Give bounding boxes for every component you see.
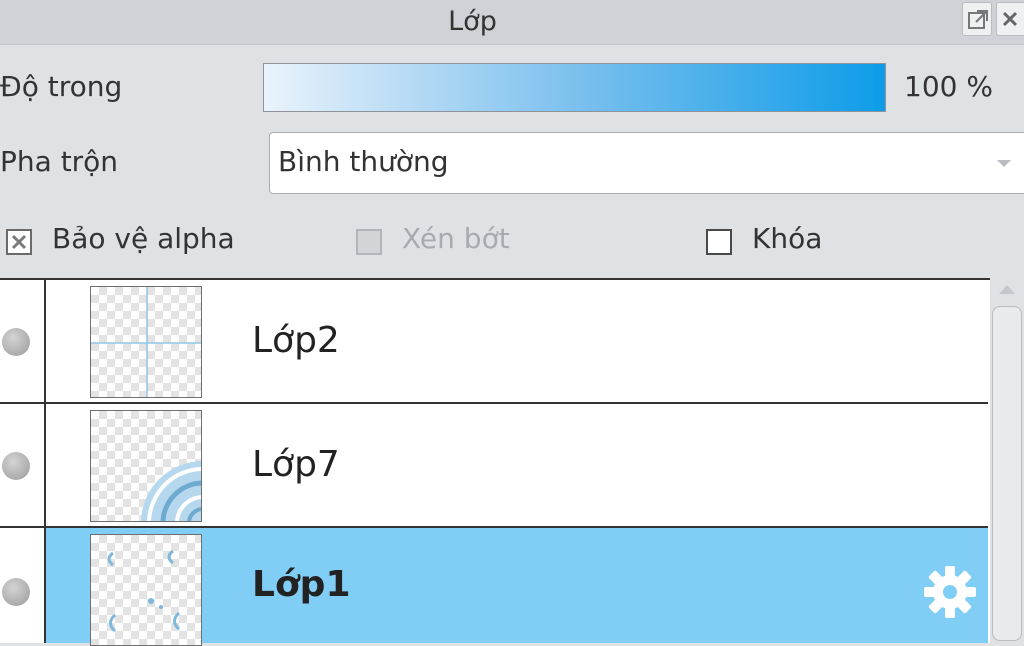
clip-label: Xén bớt (402, 222, 510, 255)
layer-thumbnail (90, 410, 202, 522)
panel-titlebar: Lớp (0, 0, 1024, 45)
close-button[interactable] (996, 2, 1024, 36)
panel-title: Lớp (448, 6, 497, 37)
layer-list-scrollbar[interactable] (990, 278, 1024, 641)
close-icon (1002, 11, 1018, 27)
lock-label: Khóa (752, 222, 823, 255)
check-x-icon (11, 234, 27, 250)
scrollbar-thumb[interactable] (992, 306, 1022, 641)
visibility-toggle-icon[interactable] (2, 452, 30, 480)
ripple-thumbnail-icon (141, 461, 201, 521)
opacity-slider-fill (264, 64, 885, 111)
layer-thumbnail (90, 534, 202, 646)
layer-list: Lớp2 Lớp7 Lớp1 (0, 278, 990, 646)
protect-alpha-checkbox[interactable] (6, 229, 32, 255)
clip-checkbox (356, 229, 382, 255)
undock-button[interactable] (962, 2, 992, 36)
protect-alpha-label: Bảo vệ alpha (52, 222, 235, 255)
scribble-thumbnail-icon (107, 549, 181, 633)
blend-mode-label: Pha trộn (0, 145, 119, 178)
guide-lines-thumbnail-icon (91, 287, 201, 397)
visibility-column (0, 528, 46, 643)
scroll-up-arrow-icon[interactable] (997, 282, 1017, 296)
blend-mode-select[interactable]: Bình thường (269, 132, 1024, 194)
blend-mode-value: Bình thường (278, 145, 449, 178)
visibility-toggle-icon[interactable] (2, 328, 30, 356)
lock-checkbox[interactable] (706, 229, 732, 255)
undock-icon (968, 10, 988, 29)
layer-name: Lớp7 (252, 444, 340, 485)
visibility-column (0, 280, 46, 402)
gear-icon[interactable] (920, 562, 980, 622)
layer-row-lop2[interactable]: Lớp2 (0, 280, 988, 404)
visibility-toggle-icon[interactable] (2, 578, 30, 606)
layer-name: Lớp2 (252, 320, 340, 361)
layer-thumbnail (90, 286, 202, 398)
layer-row-lop1[interactable]: Lớp1 (0, 528, 988, 646)
layer-row-lop7[interactable]: Lớp7 (0, 404, 988, 528)
chevron-down-icon (997, 160, 1011, 167)
visibility-column (0, 404, 46, 526)
opacity-value: 100 % (904, 70, 993, 103)
opacity-label: Độ trong (0, 70, 123, 103)
opacity-slider[interactable] (263, 63, 886, 112)
layer-name: Lớp1 (252, 564, 351, 605)
